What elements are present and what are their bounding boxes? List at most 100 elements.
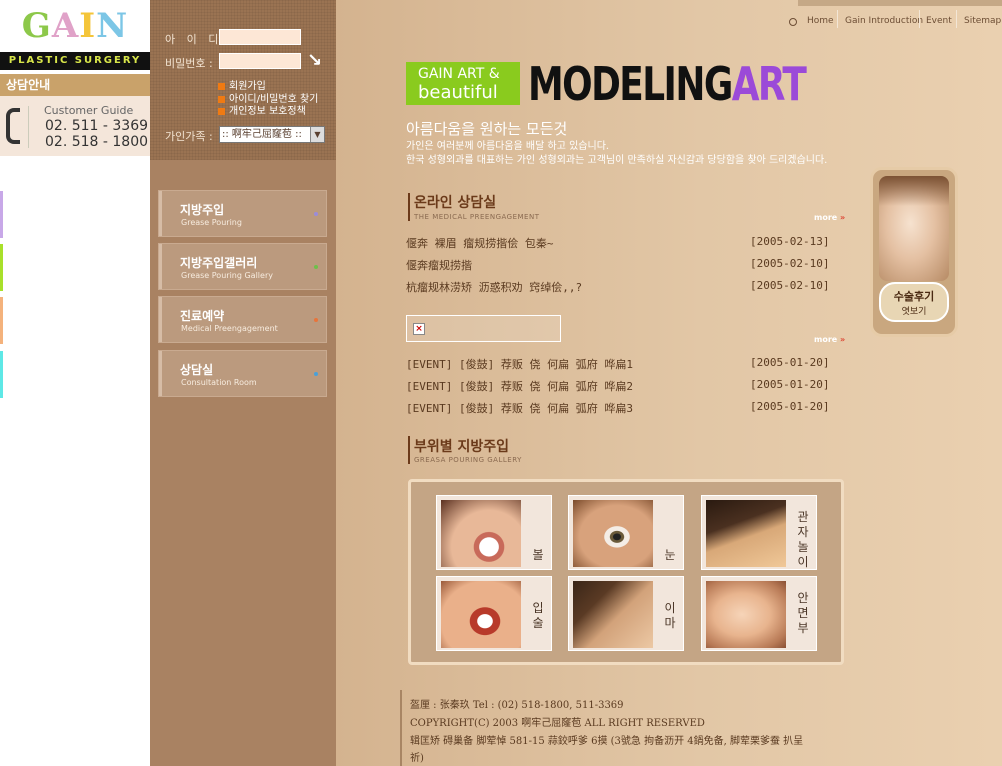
menu-color-strip <box>0 191 3 238</box>
consult-info-bar: 상담안내 <box>0 74 150 96</box>
family-site-select[interactable]: :: 啊牢己屈窿苞 :: ▼ <box>219 126 325 143</box>
more-label: more <box>814 213 838 222</box>
online-consult-more-link[interactable]: more » <box>814 213 845 222</box>
menu-item-consultation-room[interactable]: 상담실 Consultation Room <box>158 350 327 397</box>
chevron-down-icon[interactable]: ▼ <box>310 127 324 142</box>
menu-item-sublabel: Grease Pouring <box>181 218 242 227</box>
eye-photo <box>573 500 653 567</box>
topnav-event[interactable]: Event <box>926 16 952 26</box>
list-item-date: [2005-01-20] <box>750 378 830 391</box>
gallery-item-label: 관자놀이 <box>797 510 809 569</box>
menu-item-bar <box>159 351 162 396</box>
gallery-grid: 볼 눈 관자놀이 입술 이마 안면부 <box>408 479 844 665</box>
slogan-line-2: 한국 성형외과를 대표하는 가인 성형외과는 고객님이 만족하실 자신감과 당당… <box>406 155 828 166</box>
brand-headline: MODELINGART <box>528 56 807 112</box>
main-content: Home Gain Introduction Event Sitemap GAI… <box>336 0 1002 766</box>
gallery-item-temple[interactable]: 관자놀이 <box>701 495 817 570</box>
topnav-strip <box>798 0 1002 6</box>
menu-item-medical-preengagement[interactable]: 진료예약 Medical Preengagement <box>158 296 327 343</box>
menu-item-label: 상담실 <box>180 363 214 377</box>
phone-icon <box>6 108 20 144</box>
family-site-label: 가인가족 : <box>165 130 213 143</box>
surgery-review-banner[interactable]: 수술후기 엿보기 <box>870 167 958 337</box>
surgery-review-button[interactable]: 수술후기 엿보기 <box>879 282 949 322</box>
gallery-subtitle: GREASA POURING GALLERY <box>414 456 522 464</box>
footer-copyright: COPYRIGHT(C) 2003 啊牢己屈窿苞 ALL RIGHT RESER… <box>410 718 705 729</box>
list-item-title[interactable]: [EVENT] [俊鼓] 荐贩 侥 何扁 弧府 哗扁2 <box>406 378 633 394</box>
dot-icon <box>314 212 318 216</box>
list-item-title[interactable]: 杭瘤规林涝矫 沥惑积劝 窍绰侩,,? <box>406 279 582 295</box>
gallery-item-lips[interactable]: 입술 <box>436 576 552 651</box>
list-item-title[interactable]: 偃奔 裸眉 瘤规捞揩侩 包秦~ <box>406 235 554 251</box>
menu-color-strip <box>0 297 3 344</box>
family-site-value: :: 啊牢己屈窿苞 :: <box>222 129 302 140</box>
list-item-title[interactable]: [EVENT] [俊鼓] 荐贩 侥 何扁 弧府 哗扁3 <box>406 400 633 416</box>
password-input[interactable] <box>219 53 301 69</box>
menu-item-grease-pouring-gallery[interactable]: 지방주입갤러리 Grease Pouring Gallery <box>158 243 327 290</box>
footer-contact: 盔厘 : 张秦玖 Tel : (02) 518-1800, 511-3369 <box>410 700 624 711</box>
gallery-item-label: 이마 <box>664 601 676 630</box>
privacy-policy-link[interactable]: 개인정보 보호정책 <box>218 102 306 117</box>
customer-guide: Customer Guide 02. 511 - 3369 02. 518 - … <box>0 96 150 156</box>
gallery-item-label: 안면부 <box>797 591 809 635</box>
temple-photo <box>706 500 786 567</box>
gallery-item-forehead[interactable]: 이마 <box>568 576 684 651</box>
brand-headline-part-1: MODELING <box>528 57 733 111</box>
topnav-gain-introduction[interactable]: Gain Introduction <box>845 16 923 26</box>
gallery-item-eye[interactable]: 눈 <box>568 495 684 570</box>
event-more-link[interactable]: more » <box>814 335 845 344</box>
menu-item-bar <box>159 244 162 289</box>
menu-item-bar <box>159 297 162 342</box>
menu-item-sublabel: Medical Preengagement <box>181 324 278 333</box>
face-photo <box>706 581 786 648</box>
password-label: 비밀번호 : <box>165 57 213 70</box>
gallery-item-cheek[interactable]: 볼 <box>436 495 552 570</box>
gallery-item-label: 입술 <box>532 601 544 630</box>
list-item-date: [2005-02-10] <box>750 279 830 292</box>
list-item-date: [2005-02-10] <box>750 257 830 270</box>
brand-badge-line-1: GAIN ART & <box>418 66 500 82</box>
topnav-home[interactable]: Home <box>807 16 834 26</box>
dot-icon <box>314 372 318 376</box>
event-banner[interactable]: × <box>406 315 561 342</box>
arrow-circle-icon <box>789 18 797 26</box>
menu-item-bar <box>159 191 162 236</box>
gallery-item-label: 눈 <box>664 548 676 562</box>
menu-item-label: 진료예약 <box>180 309 225 323</box>
review-photo-hair <box>879 176 949 206</box>
list-item-date: [2005-02-13] <box>750 235 830 248</box>
slogan-title: 아름다움을 원하는 모든것 <box>406 120 568 138</box>
list-item-title[interactable]: 偃奔瘤规捞揩 <box>406 257 472 273</box>
brand-headline-part-2: ART <box>731 57 807 111</box>
topnav-sitemap[interactable]: Sitemap <box>964 16 1001 26</box>
brand-badge: GAIN ART & beautiful <box>406 62 520 105</box>
online-consult-title: 온라인 상담실 <box>414 195 497 211</box>
customer-guide-phone-1: 02. 511 - 3369 <box>45 118 149 134</box>
list-item-title[interactable]: [EVENT] [俊鼓] 荐贩 侥 何扁 弧府 哗扁1 <box>406 356 633 372</box>
id-input[interactable] <box>219 29 301 45</box>
divider <box>956 10 957 28</box>
dot-icon <box>314 318 318 322</box>
online-consult-subtitle: THE MEDICAL PREENGAGEMENT <box>414 213 540 221</box>
menu-item-label: 지방주입갤러리 <box>180 256 258 270</box>
logo[interactable]: GAIN <box>0 0 150 52</box>
slogan-line-1: 가인은 여러분께 아름다움을 배달 하고 있습니다. <box>406 141 610 152</box>
login-arrow-icon[interactable]: ↘ <box>307 52 325 70</box>
menu-item-grease-pouring[interactable]: 지방주입 Grease Pouring <box>158 190 327 237</box>
gallery-item-face[interactable]: 안면부 <box>701 576 817 651</box>
list-item-date: [2005-01-20] <box>750 400 830 413</box>
surgery-review-sublabel: 엿보기 <box>901 307 927 317</box>
menu-item-sublabel: Consultation Room <box>181 378 257 387</box>
logo-subtitle: PLASTIC SURGERY <box>0 52 150 70</box>
brand-badge-line-2: beautiful <box>418 82 498 103</box>
gallery-item-label: 볼 <box>532 548 544 562</box>
double-chevron-icon: » <box>840 335 846 344</box>
divider <box>837 10 838 28</box>
surgery-review-label: 수술후기 <box>893 290 935 303</box>
footer-address-cont: 祈) <box>410 753 424 764</box>
list-item-date: [2005-01-20] <box>750 356 830 369</box>
menu-color-strip <box>0 244 3 291</box>
logo-letter: N <box>96 6 129 46</box>
cheek-photo <box>441 500 521 567</box>
footer-divider <box>400 690 402 766</box>
